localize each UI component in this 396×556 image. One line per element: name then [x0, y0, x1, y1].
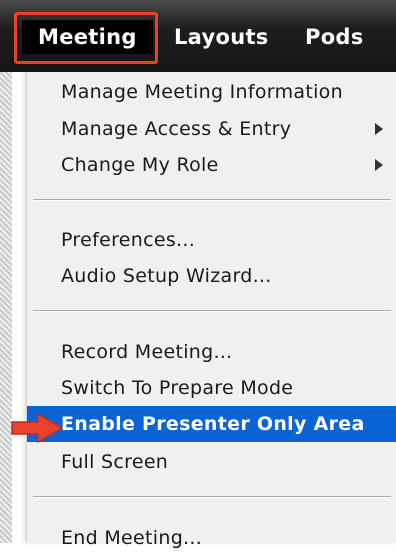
menu-separator	[33, 199, 391, 201]
menu-item-label: Manage Meeting Information	[61, 81, 343, 103]
background-gap	[12, 72, 26, 543]
chevron-right-icon	[375, 123, 383, 135]
menu-item-audio-setup-wizard[interactable]: Audio Setup Wizard...	[27, 258, 396, 294]
menubar-pods[interactable]: Pods	[305, 20, 364, 54]
menu-item-manage-meeting-information[interactable]: Manage Meeting Information	[27, 74, 396, 110]
arrow-pointer-icon	[11, 413, 63, 443]
menu-item-label: Switch To Prepare Mode	[61, 377, 294, 399]
menu-item-label: End Meeting...	[61, 527, 203, 549]
menu-item-label: Enable Presenter Only Area	[61, 413, 365, 435]
menu-item-preferences[interactable]: Preferences...	[27, 222, 396, 258]
menu-item-label: Manage Access & Entry	[61, 118, 292, 140]
menu-item-label: Record Meeting...	[61, 341, 233, 363]
menu-item-enable-presenter-only-area[interactable]: Enable Presenter Only Area	[27, 406, 396, 442]
menu-item-label: Audio Setup Wizard...	[61, 265, 272, 287]
menu-item-manage-access-entry[interactable]: Manage Access & Entry	[27, 111, 396, 147]
menu-separator	[33, 310, 391, 312]
menu-item-record-meeting[interactable]: Record Meeting...	[27, 334, 396, 370]
menu-item-label: Change My Role	[61, 154, 219, 176]
menubar-meeting[interactable]: Meeting	[22, 20, 153, 54]
menu-item-change-my-role[interactable]: Change My Role	[27, 147, 396, 183]
chevron-right-icon	[375, 159, 383, 171]
menu-item-label: Full Screen	[61, 451, 169, 473]
background-window-edge	[0, 72, 12, 543]
menu-separator	[33, 496, 391, 498]
menu-item-end-meeting[interactable]: End Meeting...	[27, 520, 396, 556]
menu-item-full-screen[interactable]: Full Screen	[27, 444, 396, 480]
menubar-layouts[interactable]: Layouts	[174, 20, 269, 54]
meeting-dropdown-menu: Manage Meeting Information Manage Access…	[26, 72, 396, 549]
menu-bar: Meeting Layouts Pods	[0, 0, 396, 72]
menu-item-label: Preferences...	[61, 229, 196, 251]
menu-item-switch-to-prepare-mode[interactable]: Switch To Prepare Mode	[27, 370, 396, 406]
